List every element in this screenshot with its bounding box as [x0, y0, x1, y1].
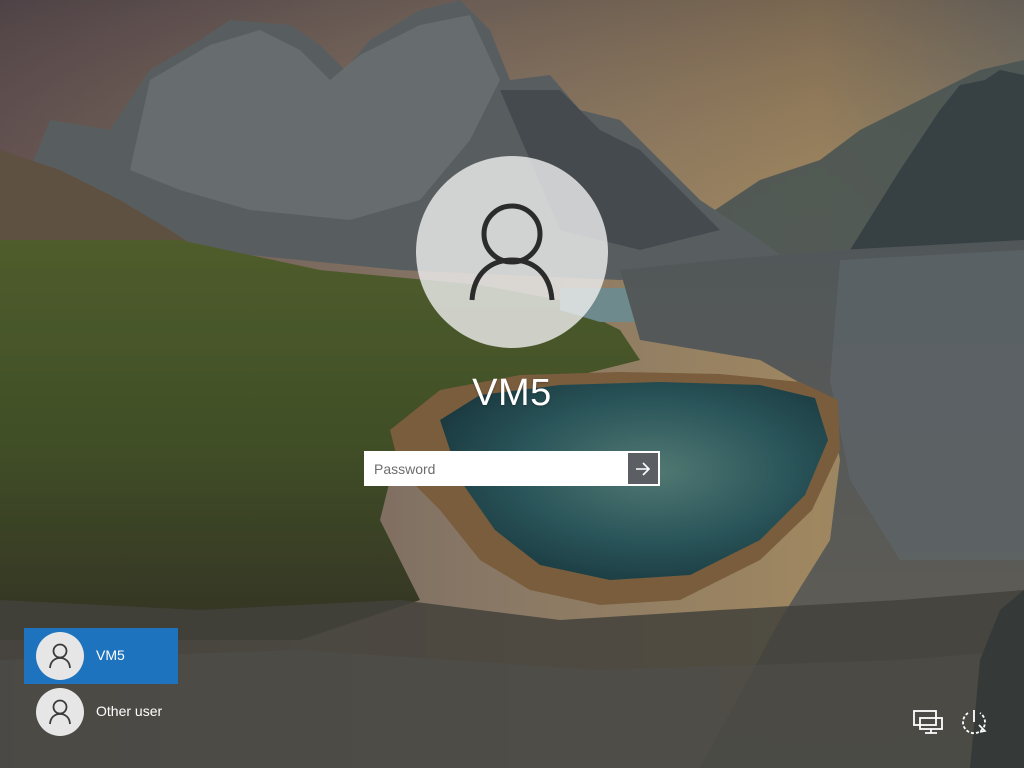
user-avatar-small [36, 688, 84, 736]
user-avatar-small [36, 632, 84, 680]
arrow-right-icon [636, 461, 651, 476]
power-button[interactable] [958, 706, 990, 738]
network-icon [913, 710, 943, 734]
user-icon [49, 643, 71, 669]
user-icon [469, 203, 555, 301]
user-icon [49, 699, 71, 725]
user-switcher: VM5 Other user [24, 628, 184, 740]
user-avatar-large [416, 156, 608, 348]
password-row [364, 451, 660, 486]
user-tile-vm5[interactable]: VM5 [24, 628, 178, 684]
network-button[interactable] [912, 706, 944, 738]
user-tile-other-user[interactable]: Other user [24, 684, 184, 740]
user-tile-label: Other user [96, 703, 163, 719]
power-icon [962, 710, 987, 735]
submit-button[interactable] [626, 451, 660, 486]
login-user-name: VM5 [472, 372, 552, 414]
password-input[interactable] [364, 451, 626, 486]
lock-screen: VM5 VM5 Other user [0, 0, 1024, 768]
user-tile-label: VM5 [96, 647, 125, 663]
